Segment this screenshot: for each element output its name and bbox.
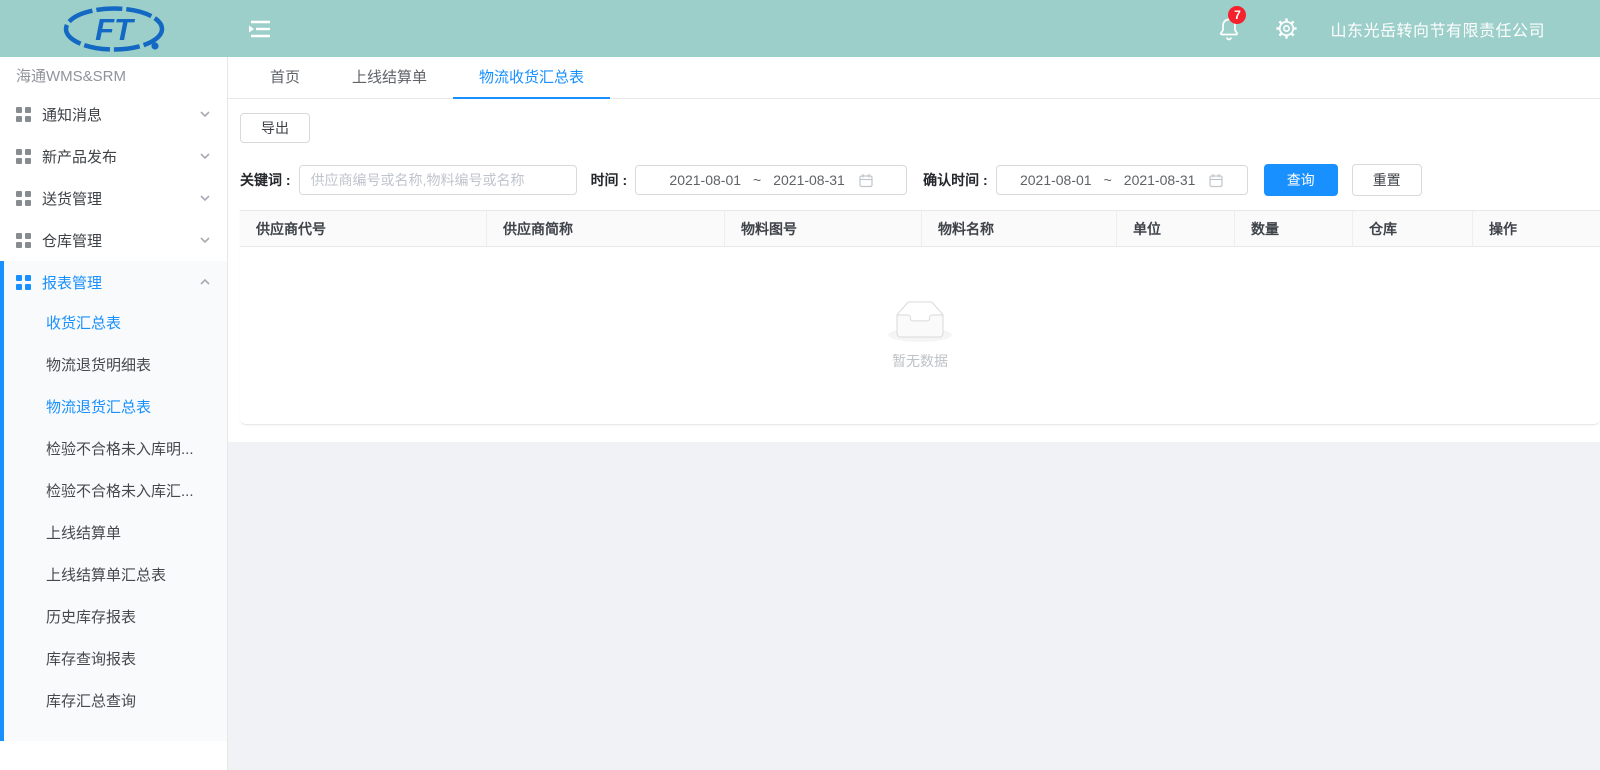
notification-badge: 7 (1228, 6, 1246, 24)
column-header-quantity: 数量 (1234, 211, 1352, 246)
chevron-down-icon (199, 108, 211, 120)
chevron-down-icon (199, 150, 211, 162)
topbar-right: 7 山东光岳转向节有限责任公司 (1217, 16, 1600, 42)
export-button[interactable]: 导出 (240, 113, 310, 143)
tab-logistics-receipt-summary[interactable]: 物流收货汇总表 (453, 57, 610, 98)
calendar-icon (1209, 173, 1223, 188)
column-header-warehouse: 仓库 (1352, 211, 1472, 246)
topbar: FT 7 (0, 0, 1600, 57)
sidebar-item-notifications[interactable]: 通知消息 (0, 93, 227, 135)
company-name: 山东光岳转向节有限责任公司 (1330, 17, 1545, 41)
tab-home[interactable]: 首页 (244, 57, 326, 98)
chevron-down-icon (199, 192, 211, 204)
confirm-end-value: 2021-08-31 (1124, 172, 1196, 188)
sidebar-item-delivery[interactable]: 送货管理 (0, 177, 227, 219)
sidebar-item-label: 报表管理 (42, 272, 199, 293)
range-separator: ~ (1104, 172, 1112, 188)
sidebar-subitem-online-settlement-summary[interactable]: 上线结算单汇总表 (4, 555, 227, 597)
sidebar-item-label: 送货管理 (42, 188, 199, 209)
grid-icon (16, 191, 31, 206)
keyword-label: 关键词 : (240, 170, 291, 190)
sidebar-subitem-return-summary[interactable]: 物流退货汇总表 (4, 387, 227, 429)
column-header-actions: 操作 (1472, 211, 1600, 246)
sidebar-subitem-inventory-summary-query[interactable]: 库存汇总查询 (4, 681, 227, 723)
range-separator: ~ (753, 172, 761, 188)
reset-button[interactable]: 重置 (1352, 164, 1422, 196)
sidebar-item-new-product[interactable]: 新产品发布 (0, 135, 227, 177)
sidebar-subitem-reject-summary[interactable]: 检验不合格未入库汇... (4, 471, 227, 513)
company-logo-icon: FT (54, 3, 174, 55)
sidebar-subitem-receipt-summary[interactable]: 收货汇总表 (4, 303, 227, 345)
sidebar-subitem-return-detail[interactable]: 物流退货明细表 (4, 345, 227, 387)
sidebar: 海通WMS&SRM 通知消息 新产品发布 送货管理 仓库管理 (0, 57, 228, 770)
column-header-material-name: 物料名称 (921, 211, 1116, 246)
empty-box-icon (888, 301, 952, 342)
column-header-supplier-name: 供应商简称 (486, 211, 724, 246)
app-title: 海通WMS&SRM (0, 57, 227, 93)
time-range-picker[interactable]: 2021-08-01 ~ 2021-08-31 (635, 165, 907, 195)
logo: FT (0, 3, 228, 55)
main-area: 首页 上线结算单 物流收货汇总表 导出 关键词 : 时间 : 2021-08-0… (228, 57, 1600, 770)
app-window: FT 7 (0, 0, 1600, 770)
calendar-icon (859, 173, 873, 188)
sidebar-item-reports[interactable]: 报表管理 (4, 261, 227, 303)
time-end-value: 2021-08-31 (773, 172, 845, 188)
grid-icon (16, 233, 31, 248)
sidebar-item-warehouse[interactable]: 仓库管理 (0, 219, 227, 261)
sidebar-subitem-online-settlement[interactable]: 上线结算单 (4, 513, 227, 555)
notification-bell-icon[interactable]: 7 (1217, 16, 1241, 42)
confirm-start-value: 2021-08-01 (1020, 172, 1092, 188)
sidebar-item-label: 仓库管理 (42, 230, 199, 251)
sidebar-item-label: 通知消息 (42, 104, 199, 125)
content-panel: 导出 关键词 : 时间 : 2021-08-01 ~ 2021-08-31 确认… (228, 99, 1600, 442)
time-start-value: 2021-08-01 (669, 172, 741, 188)
sidebar-subitem-history-inventory[interactable]: 历史库存报表 (4, 597, 227, 639)
chevron-up-icon (199, 276, 211, 288)
grid-icon (16, 275, 31, 290)
empty-text: 暂无数据 (892, 351, 948, 371)
search-button[interactable]: 查询 (1264, 164, 1338, 196)
results-table: 供应商代号 供应商简称 物料图号 物料名称 单位 数量 仓库 操作 (240, 210, 1600, 425)
keyword-input[interactable] (299, 165, 577, 195)
column-header-unit: 单位 (1116, 211, 1234, 246)
settings-gear-icon[interactable] (1275, 17, 1298, 40)
table-empty-state: 暂无数据 (240, 247, 1600, 424)
sidebar-subitem-inventory-query[interactable]: 库存查询报表 (4, 639, 227, 681)
sidebar-group-reports: 报表管理 收货汇总表 物流退货明细表 物流退货汇总表 检验不合格未入库明... … (0, 261, 227, 741)
sidebar-subitem-reject-detail[interactable]: 检验不合格未入库明... (4, 429, 227, 471)
filter-bar: 关键词 : 时间 : 2021-08-01 ~ 2021-08-31 确认时间 … (240, 164, 1600, 196)
grid-icon (16, 107, 31, 122)
chevron-down-icon (199, 234, 211, 246)
time-label: 时间 : (591, 170, 628, 190)
tab-online-settlement[interactable]: 上线结算单 (326, 57, 453, 98)
confirm-time-label: 确认时间 : (923, 170, 988, 190)
table-header-row: 供应商代号 供应商简称 物料图号 物料名称 单位 数量 仓库 操作 (240, 210, 1600, 247)
confirm-time-range-picker[interactable]: 2021-08-01 ~ 2021-08-31 (996, 165, 1248, 195)
svg-text:FT: FT (95, 12, 136, 47)
column-header-supplier-code: 供应商代号 (240, 211, 486, 246)
sidebar-item-label: 新产品发布 (42, 146, 199, 167)
column-header-material-drawing-no: 物料图号 (724, 211, 921, 246)
menu-fold-icon[interactable] (248, 19, 272, 39)
tab-bar: 首页 上线结算单 物流收货汇总表 (228, 57, 1600, 99)
grid-icon (16, 149, 31, 164)
